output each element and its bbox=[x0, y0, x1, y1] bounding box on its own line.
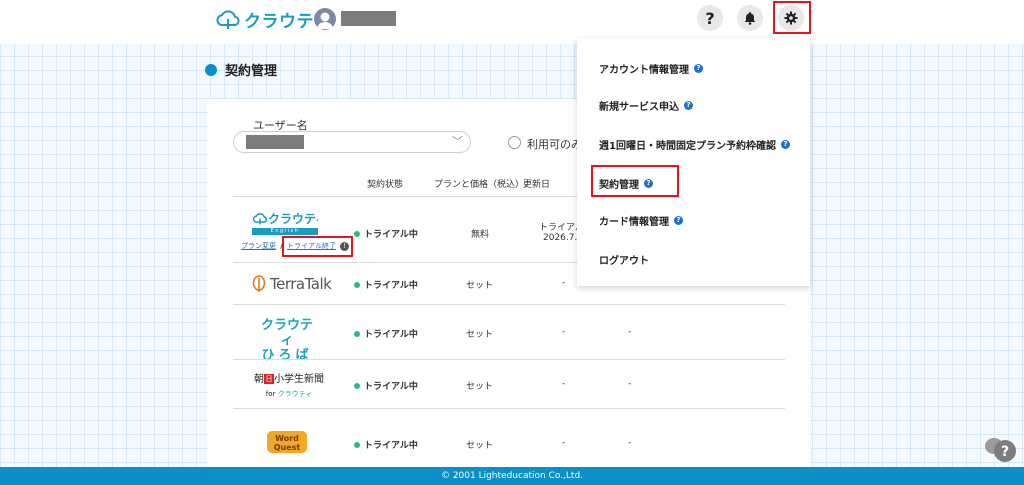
row2-renewal: - bbox=[562, 278, 566, 288]
gear-highlight-box bbox=[773, 1, 811, 34]
menu-item-weekly-plan-label: 週1回曜日・時間固定プラン予約枠確認 bbox=[599, 141, 776, 152]
menu-item-card-label: カード情報管理 bbox=[599, 217, 669, 228]
shimbun-for: for bbox=[265, 390, 276, 398]
menu-item-card[interactable]: カード情報管理 ? bbox=[599, 213, 683, 228]
help-button[interactable]: ? bbox=[697, 5, 723, 31]
contract-menu-highlight-box bbox=[591, 165, 679, 197]
username-redacted bbox=[341, 11, 396, 26]
row5-price: セット bbox=[466, 441, 494, 451]
status-dot-icon bbox=[354, 330, 360, 337]
status-dot-icon bbox=[354, 281, 360, 288]
shimbun-badge: 日 bbox=[264, 374, 274, 384]
plan-change-link[interactable]: プラン変更 bbox=[241, 242, 276, 250]
menu-item-new-service-label: 新規サービス申込 bbox=[599, 102, 679, 113]
chevron-down-icon: ﹀ bbox=[452, 135, 463, 148]
status-dot-icon bbox=[354, 441, 360, 448]
row2-status-text: トライアル中 bbox=[364, 281, 418, 291]
row-divider bbox=[233, 408, 785, 409]
avatar-icon bbox=[317, 12, 333, 29]
menu-item-logout[interactable]: ログアウト bbox=[599, 252, 649, 267]
row5-status-text: トライアル中 bbox=[364, 441, 418, 451]
product-logo-shogakusei-shimbun: 朝日小学生新聞 for クラウティ bbox=[254, 373, 324, 399]
avatar[interactable] bbox=[314, 8, 336, 30]
wordquest-quest: Quest bbox=[274, 443, 301, 452]
cloud-logo-icon bbox=[216, 9, 240, 29]
help-badge-icon[interactable]: ? bbox=[780, 140, 790, 149]
menu-item-logout-label: ログアウト bbox=[599, 256, 649, 267]
row3-price: セット bbox=[466, 330, 494, 340]
row2-status: トライアル中 bbox=[354, 278, 418, 291]
row4-price: セット bbox=[466, 382, 494, 392]
page-title-text: 契約管理 bbox=[225, 64, 278, 79]
row2-price: セット bbox=[466, 281, 494, 291]
available-only-radio[interactable] bbox=[508, 136, 521, 149]
menu-item-account[interactable]: アカウント情報管理 ? bbox=[599, 61, 703, 76]
wordquest-word: Word bbox=[275, 434, 299, 443]
row3-col4: - bbox=[628, 327, 632, 337]
page-title: 契約管理 bbox=[205, 60, 277, 79]
status-dot-icon bbox=[354, 230, 360, 237]
trial-end-highlight-box bbox=[282, 236, 353, 257]
help-icon: ? bbox=[705, 8, 715, 28]
username-select-redacted bbox=[246, 135, 304, 149]
shimbun-pre: 朝 bbox=[254, 374, 264, 385]
row4-status-text: トライアル中 bbox=[364, 382, 418, 392]
row5-col4: - bbox=[628, 438, 632, 448]
help-badge-icon[interactable]: ? bbox=[684, 101, 693, 110]
footer-copyright: © 2001 Lighteducation Co.,Ltd. bbox=[440, 471, 584, 481]
menu-item-account-label: アカウント情報管理 bbox=[599, 65, 689, 76]
cloud-logo-icon bbox=[252, 212, 268, 224]
row1-status-text: トライアル中 bbox=[364, 230, 418, 240]
row4-renewal: - bbox=[562, 379, 566, 389]
shimbun-brand: クラウティ bbox=[277, 390, 313, 398]
row1-price: 無料 bbox=[471, 230, 490, 240]
product-logo-kurawti-english: クラウティ English English bbox=[252, 210, 318, 235]
row4-status: トライアル中 bbox=[354, 379, 418, 392]
chat-help-glyph: ? bbox=[1001, 444, 1009, 460]
th-status: 契約状態 bbox=[367, 180, 404, 190]
available-only-label: 利用可のみ bbox=[527, 138, 577, 151]
row-divider bbox=[233, 304, 785, 305]
title-bullet-icon bbox=[205, 63, 217, 76]
chat-help-icon[interactable]: ? bbox=[984, 436, 1018, 464]
menu-item-weekly-plan[interactable]: 週1回曜日・時間固定プラン予約枠確認 ? bbox=[599, 137, 790, 152]
menu-item-new-service[interactable]: 新規サービス申込 ? bbox=[599, 98, 693, 113]
product-name-terratalk: TerraTalk bbox=[270, 275, 332, 293]
bell-icon bbox=[744, 12, 756, 25]
help-badge-icon[interactable]: ? bbox=[694, 64, 703, 73]
product-logo-word-quest: Word Quest bbox=[267, 431, 307, 453]
product-logo-terratalk: TerraTalk bbox=[252, 275, 332, 293]
hiroba-line1: クラウティ bbox=[260, 318, 313, 348]
th-renewal: 更新日 bbox=[523, 180, 551, 190]
row3-status: トライアル中 bbox=[354, 327, 418, 340]
help-badge-icon[interactable]: ? bbox=[674, 216, 683, 225]
row5-status: トライアル中 bbox=[354, 438, 418, 451]
english-band: English bbox=[252, 228, 318, 235]
row5-renewal: - bbox=[562, 438, 566, 448]
row1-renewal-line2: 2026.7. bbox=[543, 233, 578, 243]
shimbun-post: 小学生新聞 bbox=[274, 374, 324, 385]
row-divider bbox=[233, 359, 785, 360]
terratalk-leaf-icon bbox=[252, 275, 266, 292]
top-header bbox=[0, 0, 1024, 44]
th-plan-price: プランと価格（税込） bbox=[434, 180, 525, 190]
row3-renewal: - bbox=[562, 327, 566, 337]
shimbun-line1: 朝日小学生新聞 bbox=[254, 373, 324, 387]
row3-status-text: トライアル中 bbox=[364, 330, 418, 340]
notifications-button[interactable] bbox=[737, 5, 763, 31]
product-logo-kurawti-hiroba: クラウティ ひろば bbox=[257, 318, 317, 364]
product-name-kurawti: クラウティ English bbox=[268, 212, 318, 226]
hiroba-line2: ひろば bbox=[261, 348, 313, 363]
shimbun-line2: for クラウティ bbox=[254, 389, 324, 399]
row4-col4: - bbox=[628, 379, 632, 389]
status-dot-icon bbox=[354, 382, 360, 389]
footer: © 2001 Lighteducation Co.,Ltd. bbox=[0, 467, 1024, 485]
row1-status: トライアル中 bbox=[354, 227, 418, 240]
